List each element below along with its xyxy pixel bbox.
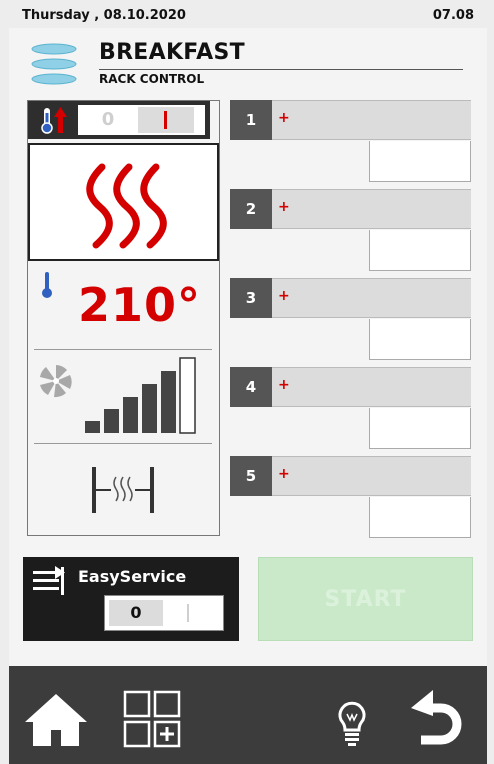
add-program-icon: + (278, 466, 290, 482)
rack-number: 1 (230, 100, 272, 140)
heat-waves-icon (86, 163, 167, 249)
rack-timer-box[interactable] (369, 408, 471, 449)
thermometer-icon (42, 272, 52, 298)
rack-add-bar[interactable]: + (272, 100, 471, 140)
add-program-icon: + (278, 288, 290, 304)
fan-speed-setting[interactable] (28, 351, 219, 443)
oven-settings-panel: 0 210° (27, 100, 220, 536)
title-divider (99, 69, 463, 70)
humidity-setting[interactable] (28, 445, 219, 535)
rack-number: 2 (230, 189, 272, 229)
add-program-icon: + (278, 110, 290, 126)
rack-add-bar[interactable]: + (272, 367, 471, 407)
temperature-value: 210° (78, 278, 202, 332)
add-grid-icon[interactable] (117, 686, 187, 752)
heat-mode-button[interactable] (28, 143, 219, 261)
status-time: 07.08 (432, 8, 474, 23)
rack-3[interactable]: 3 + (230, 278, 471, 360)
divider (34, 349, 212, 350)
thermometer-up-icon (41, 107, 67, 134)
page-subtitle: RACK CONTROL (99, 72, 205, 86)
status-bar: Thursday , 08.10.2020 07.08 (0, 0, 494, 28)
on-indicator (164, 111, 167, 129)
rack-timer-box[interactable] (369, 497, 471, 538)
steam-vent-icon (92, 467, 154, 513)
heat-on-option[interactable] (138, 107, 194, 133)
rack-timer-box[interactable] (369, 230, 471, 271)
page-title: BREAKFAST (99, 40, 245, 65)
add-program-icon: + (278, 199, 290, 215)
easy-service-on-option[interactable] (187, 604, 189, 622)
rack-stack-icon (31, 43, 77, 85)
easy-service-label: EasyService (78, 567, 187, 586)
rack-number: 5 (230, 456, 272, 496)
rack-1[interactable]: 1 + (230, 100, 471, 182)
status-date: Thursday , 08.10.2020 (22, 8, 186, 23)
bottom-navbar (9, 666, 487, 764)
fan-icon (40, 365, 72, 398)
rack-2[interactable]: 2 + (230, 189, 471, 271)
rack-add-bar[interactable]: + (272, 278, 471, 318)
easy-service-toggle[interactable]: EasyService 0 (23, 557, 239, 641)
main-panel: BREAKFAST RACK CONTROL 0 210° 1 + 2 + 3 … (9, 28, 487, 696)
heat-toggle[interactable]: 0 (28, 101, 210, 139)
rack-4[interactable]: 4 + (230, 367, 471, 449)
divider (34, 443, 212, 444)
add-program-icon: + (278, 377, 290, 393)
home-icon[interactable] (21, 686, 91, 752)
lightbulb-icon[interactable] (317, 686, 387, 752)
rack-number: 3 (230, 278, 272, 318)
fan-speed-bars (85, 357, 196, 434)
easy-service-segment[interactable]: 0 (104, 595, 224, 631)
back-icon[interactable] (403, 686, 473, 752)
rack-add-bar[interactable]: + (272, 456, 471, 496)
easy-service-icon (33, 566, 65, 595)
temperature-setting[interactable]: 210° (28, 263, 219, 349)
rack-number: 4 (230, 367, 272, 407)
start-button[interactable]: START (258, 557, 473, 641)
heat-off-option[interactable]: 0 (78, 105, 138, 135)
rack-timer-box[interactable] (369, 141, 471, 182)
rack-timer-box[interactable] (369, 319, 471, 360)
heat-segment[interactable]: 0 (78, 105, 205, 135)
rack-5[interactable]: 5 + (230, 456, 471, 538)
easy-service-off-option[interactable]: 0 (109, 600, 163, 626)
rack-add-bar[interactable]: + (272, 189, 471, 229)
